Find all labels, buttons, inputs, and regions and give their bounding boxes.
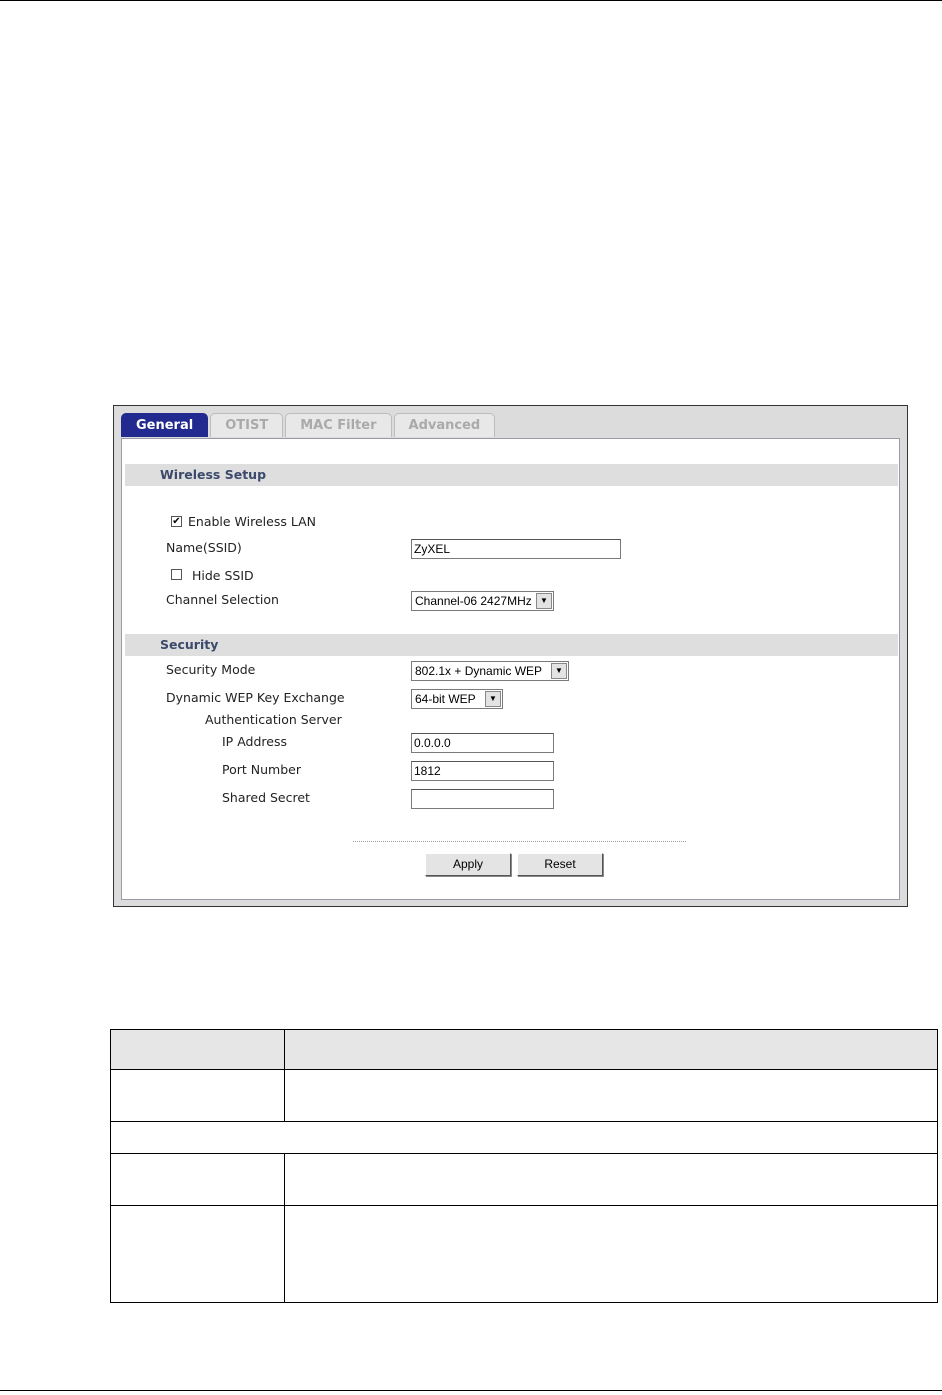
check-icon: ✔ xyxy=(172,516,181,527)
enable-wireless-lan-label: Enable Wireless LAN xyxy=(188,514,316,529)
enable-wireless-lan-checkbox[interactable]: ✔ xyxy=(171,516,182,527)
channel-select-value: Channel-06 2427MHz xyxy=(415,594,532,608)
divider xyxy=(353,841,686,842)
tab-otist[interactable]: OTIST xyxy=(210,413,284,437)
chevron-down-icon[interactable]: ▼ xyxy=(485,691,501,707)
ip-address-input[interactable]: 0.0.0.0 xyxy=(411,733,554,753)
table-section-row xyxy=(110,1121,938,1154)
table-row xyxy=(110,1153,285,1206)
tab-advanced[interactable]: Advanced xyxy=(393,413,496,437)
security-mode-value: 802.1x + Dynamic WEP xyxy=(415,664,543,678)
security-mode-label: Security Mode xyxy=(166,662,256,677)
wireless-lan-screen: General OTIST MAC Filter Advanced Wirele… xyxy=(113,405,908,907)
ip-address-label: IP Address xyxy=(222,734,287,749)
table-row xyxy=(110,1069,285,1122)
hide-ssid-checkbox[interactable] xyxy=(171,569,182,580)
ssid-label: Name(SSID) xyxy=(166,540,242,555)
page-bottom-rule xyxy=(0,1390,942,1391)
table-row xyxy=(284,1069,938,1122)
tab-general[interactable]: General xyxy=(121,413,209,437)
table-row xyxy=(284,1153,938,1206)
reset-button[interactable]: Reset xyxy=(517,853,603,876)
wep-key-exchange-label: Dynamic WEP Key Exchange xyxy=(166,690,345,705)
wep-key-exchange-select[interactable]: 64-bit WEP ▼ xyxy=(411,689,503,709)
shared-secret-label: Shared Secret xyxy=(222,790,310,805)
security-header: Security xyxy=(125,634,898,656)
table-row xyxy=(110,1205,285,1303)
port-number-label: Port Number xyxy=(222,762,301,777)
field-description-table xyxy=(110,1029,938,1303)
chevron-down-icon[interactable]: ▼ xyxy=(536,593,552,609)
wep-key-exchange-value: 64-bit WEP xyxy=(415,692,476,706)
tab-bar: General OTIST MAC Filter Advanced xyxy=(121,413,497,439)
apply-button[interactable]: Apply xyxy=(425,853,511,876)
table-header-description xyxy=(284,1029,938,1070)
security-mode-select[interactable]: 802.1x + Dynamic WEP ▼ xyxy=(411,661,569,681)
channel-select[interactable]: Channel-06 2427MHz ▼ xyxy=(411,591,554,611)
chevron-down-icon[interactable]: ▼ xyxy=(551,663,567,679)
authentication-server-label: Authentication Server xyxy=(205,712,342,727)
wireless-setup-header: Wireless Setup xyxy=(125,464,898,486)
table-header-label xyxy=(110,1029,285,1070)
page-top-rule xyxy=(0,0,942,1)
table-row xyxy=(284,1205,938,1303)
ssid-input[interactable]: ZyXEL xyxy=(411,539,621,559)
shared-secret-input[interactable] xyxy=(411,789,554,809)
channel-selection-label: Channel Selection xyxy=(166,592,279,607)
tab-content: Wireless Setup ✔ Enable Wireless LAN Nam… xyxy=(121,438,900,900)
tab-mac-filter[interactable]: MAC Filter xyxy=(285,413,392,437)
hide-ssid-label: Hide SSID xyxy=(192,568,254,583)
port-number-input[interactable]: 1812 xyxy=(411,761,554,781)
